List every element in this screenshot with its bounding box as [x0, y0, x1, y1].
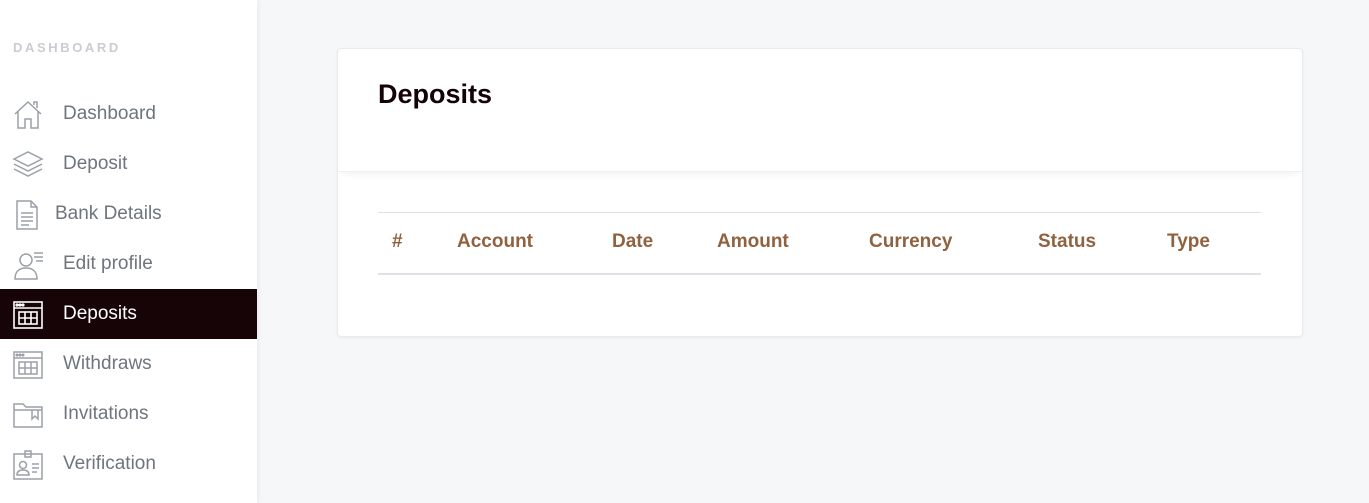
deposits-table: # Account Date Amount Currency Status Ty…	[378, 212, 1261, 275]
column-header-currency: Currency	[869, 231, 953, 252]
sidebar-item-verification[interactable]: Verification	[0, 439, 257, 489]
id-card-icon	[12, 449, 44, 481]
sidebar-item-deposits[interactable]: Deposits	[0, 289, 257, 339]
deposits-card: Deposits # Account Date Amount Currency …	[337, 48, 1303, 337]
sidebar-item-edit-profile[interactable]: Edit profile	[0, 239, 257, 289]
sidebar-item-label: Dashboard	[63, 103, 156, 124]
layers-icon	[12, 149, 44, 181]
sidebar-item-label: Deposits	[63, 303, 137, 324]
sidebar-item-dashboard[interactable]: Dashboard	[0, 89, 257, 139]
sidebar-nav: Dashboard Deposit Bank Details Edit prof…	[0, 89, 257, 489]
sidebar-item-invitations[interactable]: Invitations	[0, 389, 257, 439]
column-header-amount: Amount	[717, 231, 789, 252]
sidebar-item-label: Edit profile	[63, 253, 153, 274]
sidebar-item-bank-details[interactable]: Bank Details	[0, 189, 257, 239]
sidebar: DASHBOARD Dashboard Deposit Bank Details…	[0, 0, 257, 503]
sidebar-item-withdraws[interactable]: Withdraws	[0, 339, 257, 389]
card-header: Deposits	[338, 49, 1302, 172]
table-window-icon	[12, 299, 44, 331]
column-header-date: Date	[612, 231, 654, 252]
sidebar-item-label: Bank Details	[55, 203, 162, 224]
folder-icon	[12, 399, 44, 431]
column-header-type: Type	[1167, 231, 1210, 252]
column-header-number: #	[392, 231, 403, 252]
sidebar-item-label: Deposit	[63, 153, 128, 174]
sidebar-heading: DASHBOARD	[13, 40, 121, 55]
home-icon	[12, 99, 44, 131]
user-edit-icon	[12, 249, 44, 281]
page-title: Deposits	[378, 79, 493, 109]
table-window-icon	[12, 349, 44, 381]
sidebar-item-deposit[interactable]: Deposit	[0, 139, 257, 189]
sidebar-item-label: Withdraws	[63, 353, 152, 374]
column-header-account: Account	[457, 231, 533, 252]
document-icon	[12, 199, 44, 231]
sidebar-item-label: Verification	[63, 453, 156, 474]
column-header-status: Status	[1038, 231, 1097, 252]
sidebar-item-label: Invitations	[63, 403, 149, 424]
